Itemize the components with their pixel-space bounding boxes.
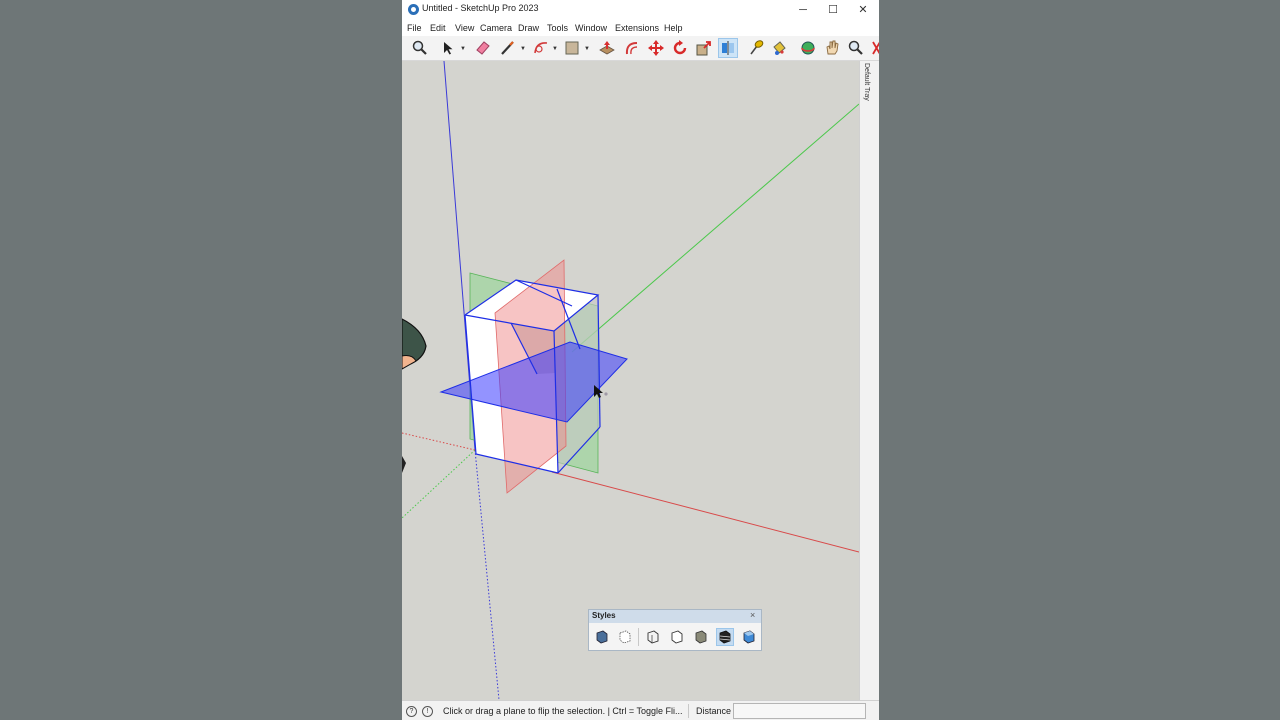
shaded-textures-style-icon[interactable] — [716, 628, 734, 646]
rectangle-dropdown-icon[interactable]: ▼ — [584, 46, 590, 52]
arc-icon[interactable] — [532, 39, 550, 57]
hidden-line-style-icon[interactable] — [669, 629, 685, 645]
orbit-icon[interactable] — [799, 39, 817, 57]
menu-view[interactable]: View — [455, 23, 474, 33]
status-message: Click or drag a plane to flip the select… — [443, 706, 683, 716]
person-figure — [402, 318, 427, 473]
styles-panel-title: Styles — [592, 611, 616, 620]
menu-help[interactable]: Help — [664, 23, 683, 33]
menu-draw[interactable]: Draw — [518, 23, 539, 33]
pencil-line-icon[interactable] — [499, 39, 517, 57]
menu-window[interactable]: Window — [575, 23, 607, 33]
model-viewport[interactable]: Styles × — [402, 61, 859, 700]
menu-edit[interactable]: Edit — [430, 23, 446, 33]
menu-file[interactable]: File — [407, 23, 422, 33]
red-axis — [551, 471, 859, 553]
status-bar: ? ! Click or drag a plane to flip the se… — [402, 700, 879, 720]
red-axis-negative — [402, 432, 476, 451]
offset-icon[interactable] — [623, 39, 641, 57]
geo-location-icon[interactable]: ? — [406, 706, 417, 717]
close-button[interactable]: ✕ — [848, 0, 878, 20]
zoom-icon[interactable] — [411, 39, 429, 57]
shaded-style-icon[interactable] — [693, 629, 709, 645]
tape-measure-icon[interactable] — [747, 39, 765, 57]
measurements-label: Distance — [696, 706, 732, 716]
zoom-extents-icon[interactable] — [871, 39, 879, 57]
green-axis-negative — [402, 449, 476, 519]
select-icon[interactable] — [439, 39, 457, 57]
styles-separator — [638, 628, 639, 646]
main-toolbar: ▼ ▼ ▼ ▼ — [402, 36, 879, 61]
move-icon[interactable] — [647, 39, 665, 57]
menu-bar: File Edit View Camera Draw Tools Window … — [402, 20, 879, 36]
rotate-icon[interactable] — [671, 39, 689, 57]
paint-bucket-icon[interactable] — [770, 39, 788, 57]
rectangle-icon[interactable] — [563, 39, 581, 57]
measurements-input[interactable] — [733, 703, 866, 719]
styles-close-icon[interactable]: × — [750, 610, 755, 620]
green-axis — [571, 103, 859, 353]
cursor-flip-icon — [604, 392, 608, 396]
maximize-button[interactable]: ☐ — [818, 0, 848, 20]
monochrome-style-icon[interactable] — [741, 629, 757, 645]
window-title: Untitled - SketchUp Pro 2023 — [422, 3, 539, 13]
menu-tools[interactable]: Tools — [547, 23, 568, 33]
tray-label: Default Tray — [863, 63, 870, 101]
menu-camera[interactable]: Camera — [480, 23, 512, 33]
eraser-icon[interactable] — [474, 39, 492, 57]
instructor-info-icon[interactable]: ! — [422, 706, 433, 717]
menu-extensions[interactable]: Extensions — [615, 23, 659, 33]
wireframe-style-icon[interactable] — [645, 629, 661, 645]
sketchup-logo-icon — [408, 4, 419, 15]
pencil-dropdown-icon[interactable]: ▼ — [520, 46, 526, 52]
sketchup-window: Untitled - SketchUp Pro 2023 ─ ☐ ✕ File … — [402, 0, 879, 720]
title-bar: Untitled - SketchUp Pro 2023 ─ ☐ ✕ — [402, 0, 879, 20]
zoom-window-icon[interactable] — [847, 39, 865, 57]
flip-icon[interactable] — [718, 38, 738, 58]
arc-dropdown-icon[interactable]: ▼ — [552, 46, 558, 52]
scale-icon[interactable] — [695, 39, 713, 57]
xray-style-icon[interactable] — [594, 629, 610, 645]
styles-panel: Styles × — [588, 609, 762, 651]
styles-panel-header[interactable]: Styles × — [589, 610, 761, 623]
push-pull-icon[interactable] — [598, 39, 616, 57]
back-edges-style-icon[interactable] — [617, 629, 633, 645]
status-separator — [688, 704, 689, 718]
pan-icon[interactable] — [823, 39, 841, 57]
select-dropdown-icon[interactable]: ▼ — [460, 46, 466, 52]
blue-axis-negative — [474, 449, 500, 700]
default-tray[interactable]: Default Tray — [859, 61, 879, 700]
minimize-button[interactable]: ─ — [788, 0, 818, 20]
model-drawing — [402, 61, 859, 700]
